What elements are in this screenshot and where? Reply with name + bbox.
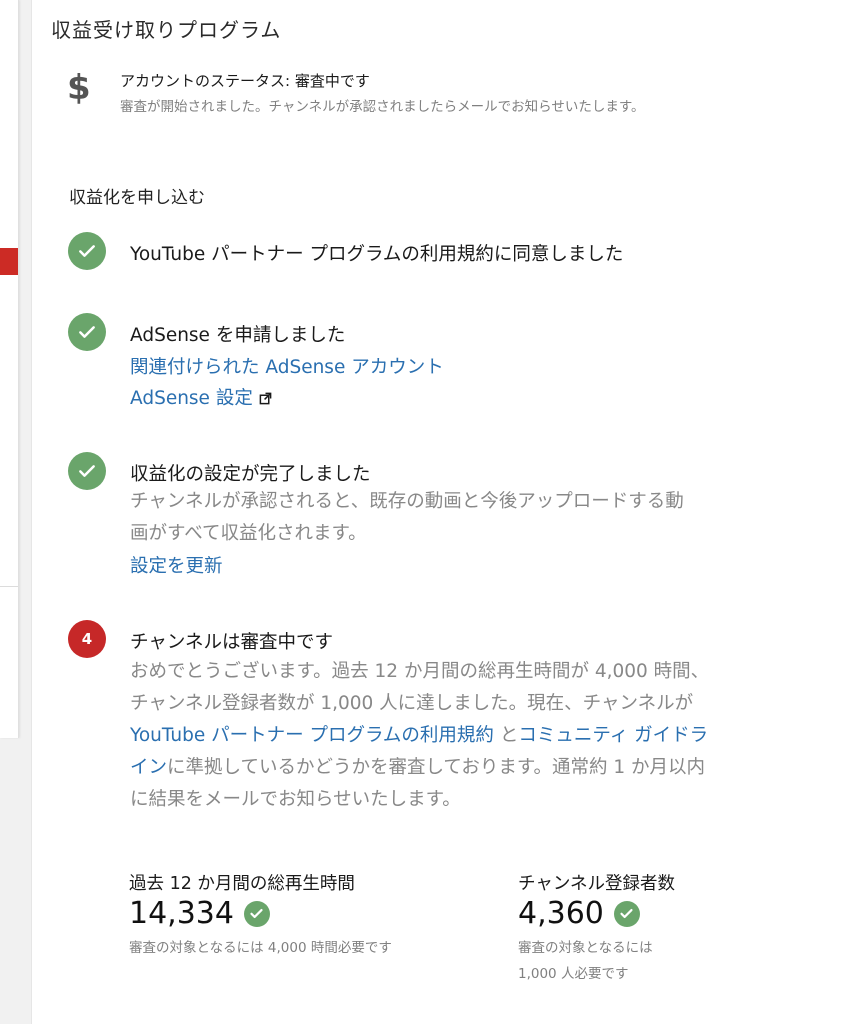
step4-desc-part2: と (493, 725, 519, 746)
partner-terms-link[interactable]: YouTube パートナー プログラムの利用規約 (130, 725, 494, 746)
subscribers-value-row: 4,360 (518, 896, 640, 931)
account-status-description: 審査が開始されました。チャンネルが承認されましたらメールでお知らせいたします。 (120, 99, 645, 115)
subscribers-value: 4,360 (518, 896, 604, 931)
watch-time-check-icon (243, 900, 270, 927)
step1-title: YouTube パートナー プログラムの利用規約に同意しました (130, 244, 624, 265)
left-nav-panel (0, 0, 19, 738)
adsense-settings-link[interactable]: AdSense 設定 (130, 384, 272, 410)
watch-time-label: 過去 12 か月間の総再生時間 (129, 874, 355, 894)
subscribers-note: 審査の対象となるには 1,000 人必要です (518, 940, 653, 982)
step3-title: 収益化の設定が完了しました (130, 464, 371, 485)
subscribers-check-icon (613, 900, 640, 927)
adsense-settings-label: AdSense 設定 (130, 388, 253, 409)
update-settings-link[interactable]: 設定を更新 (130, 552, 223, 578)
account-status-title: アカウントのステータス: 審査中です (120, 72, 370, 90)
step4-number-badge: 4 (68, 620, 106, 658)
external-link-icon (259, 389, 272, 410)
adsense-account-link[interactable]: 関連付けられた AdSense アカウント (130, 353, 444, 379)
watch-time-value-row: 14,334 (129, 896, 270, 931)
left-nav-active-indicator (0, 248, 18, 275)
monetization-card: 収益受け取りプログラム $ アカウントのステータス: 審査中です 審査が開始され… (31, 0, 859, 1024)
dollar-icon: $ (67, 68, 91, 108)
step3-check-icon (68, 452, 106, 490)
subscribers-label: チャンネル登録者数 (518, 874, 675, 894)
step2-check-icon (68, 313, 106, 351)
step2-title: AdSense を申請しました (130, 325, 346, 346)
step4-description: おめでとうございます。過去 12 か月間の総再生時間が 4,000 時間、チャン… (130, 656, 710, 816)
step4-desc-part1: おめでとうございます。過去 12 か月間の総再生時間が 4,000 時間、チャン… (130, 661, 710, 714)
step4-title: チャンネルは審査中です (130, 632, 333, 653)
watch-time-value: 14,334 (129, 896, 234, 931)
page-title: 収益受け取りプログラム (51, 18, 282, 42)
left-nav-divider (0, 586, 18, 587)
step1-check-icon (68, 232, 106, 270)
step4-desc-part3: に準拠しているかどうかを審査しております。通常約 1 か月以内に結果をメールでお… (130, 757, 706, 810)
watch-time-note: 審査の対象となるには 4,000 時間必要です (129, 940, 392, 956)
step3-description: チャンネルが承認されると、既存の動画と今後アップロードする動画がすべて収益化され… (130, 491, 684, 544)
apply-section-title: 収益化を申し込む (69, 188, 205, 208)
